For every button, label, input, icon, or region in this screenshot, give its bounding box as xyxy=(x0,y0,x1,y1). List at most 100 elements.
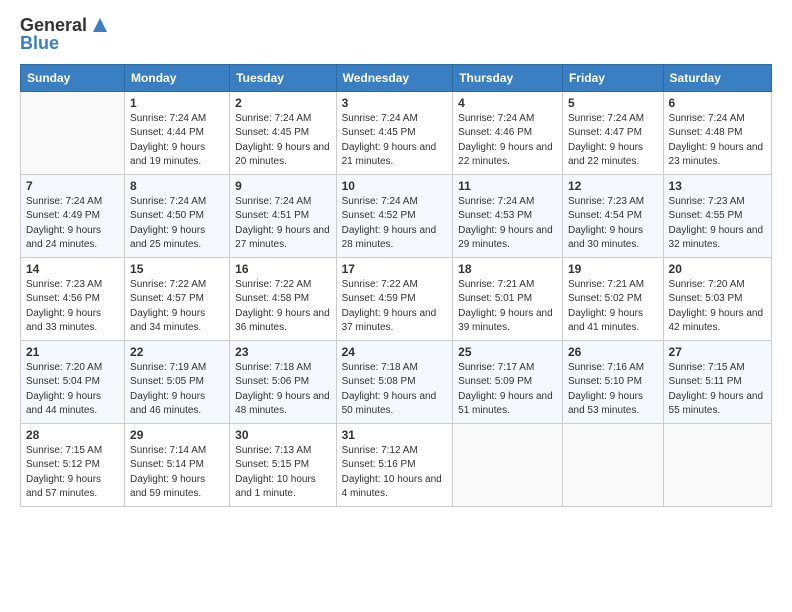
day-cell: 2 Sunrise: 7:24 AMSunset: 4:45 PMDaylight… xyxy=(230,91,336,174)
day-cell xyxy=(562,423,663,506)
weekday-header-sunday: Sunday xyxy=(21,64,125,91)
day-cell xyxy=(21,91,125,174)
day-info: Sunrise: 7:21 AMSunset: 5:02 PMDaylight:… xyxy=(568,278,658,336)
day-number: 27 xyxy=(669,345,766,359)
day-cell: 19 Sunrise: 7:21 AMSunset: 5:02 PMDayligh… xyxy=(562,257,663,340)
day-info: Sunrise: 7:19 AMSunset: 5:05 PMDaylight:… xyxy=(130,361,224,419)
day-cell: 9 Sunrise: 7:24 AMSunset: 4:51 PMDaylight… xyxy=(230,174,336,257)
day-info: Sunrise: 7:24 AMSunset: 4:51 PMDaylight:… xyxy=(235,195,330,253)
day-cell: 27 Sunrise: 7:15 AMSunset: 5:11 PMDayligh… xyxy=(663,340,771,423)
day-number: 18 xyxy=(458,262,557,276)
day-cell: 29 Sunrise: 7:14 AMSunset: 5:14 PMDayligh… xyxy=(125,423,230,506)
day-number: 4 xyxy=(458,96,557,110)
day-info: Sunrise: 7:24 AMSunset: 4:47 PMDaylight:… xyxy=(568,112,658,170)
day-cell: 28 Sunrise: 7:15 AMSunset: 5:12 PMDayligh… xyxy=(21,423,125,506)
day-info: Sunrise: 7:24 AMSunset: 4:48 PMDaylight:… xyxy=(669,112,766,170)
day-info: Sunrise: 7:24 AMSunset: 4:45 PMDaylight:… xyxy=(342,112,448,170)
day-number: 11 xyxy=(458,179,557,193)
day-cell xyxy=(663,423,771,506)
day-info: Sunrise: 7:15 AMSunset: 5:12 PMDaylight:… xyxy=(26,444,119,502)
day-number: 1 xyxy=(130,96,224,110)
day-cell: 16Sunrise: 7:22 AMSunset: 4:58 PMDayligh… xyxy=(230,257,336,340)
day-number: 9 xyxy=(235,179,330,193)
day-number: 21 xyxy=(26,345,119,359)
weekday-header-tuesday: Tuesday xyxy=(230,64,336,91)
day-cell: 12 Sunrise: 7:23 AMSunset: 4:54 PMDayligh… xyxy=(562,174,663,257)
day-info: Sunrise: 7:23 AMSunset: 4:54 PMDaylight:… xyxy=(568,195,658,253)
day-info: Sunrise: 7:21 AMSunset: 5:01 PMDaylight:… xyxy=(458,278,557,336)
day-info: Sunrise: 7:13 AMSunset: 5:15 PMDaylight:… xyxy=(235,444,330,502)
week-row-2: 7 Sunrise: 7:24 AMSunset: 4:49 PMDaylight… xyxy=(21,174,772,257)
day-cell: 23 Sunrise: 7:18 AMSunset: 5:06 PMDayligh… xyxy=(230,340,336,423)
logo: General Blue xyxy=(20,16,111,54)
day-number: 24 xyxy=(342,345,448,359)
day-info: Sunrise: 7:24 AMSunset: 4:44 PMDaylight:… xyxy=(130,112,224,170)
day-number: 2 xyxy=(235,96,330,110)
page: General Blue SundayMondayTuesdayWednesda… xyxy=(0,0,792,612)
logo-blue: Blue xyxy=(20,34,111,54)
day-info: Sunrise: 7:12 AMSunset: 5:16 PMDaylight:… xyxy=(342,444,448,502)
weekday-header-friday: Friday xyxy=(562,64,663,91)
day-number: 8 xyxy=(130,179,224,193)
day-cell: 22Sunrise: 7:19 AMSunset: 5:05 PMDayligh… xyxy=(125,340,230,423)
day-info: Sunrise: 7:24 AMSunset: 4:45 PMDaylight:… xyxy=(235,112,330,170)
week-row-1: 1 Sunrise: 7:24 AMSunset: 4:44 PMDaylight… xyxy=(21,91,772,174)
day-number: 26 xyxy=(568,345,658,359)
day-cell: 3 Sunrise: 7:24 AMSunset: 4:45 PMDaylight… xyxy=(336,91,453,174)
day-info: Sunrise: 7:15 AMSunset: 5:11 PMDaylight:… xyxy=(669,361,766,419)
week-row-4: 21 Sunrise: 7:20 AMSunset: 5:04 PMDayligh… xyxy=(21,340,772,423)
weekday-header-wednesday: Wednesday xyxy=(336,64,453,91)
day-cell: 24 Sunrise: 7:18 AMSunset: 5:08 PMDayligh… xyxy=(336,340,453,423)
day-cell: 30Sunrise: 7:13 AMSunset: 5:15 PMDayligh… xyxy=(230,423,336,506)
day-number: 12 xyxy=(568,179,658,193)
day-info: Sunrise: 7:16 AMSunset: 5:10 PMDaylight:… xyxy=(568,361,658,419)
day-info: Sunrise: 7:24 AMSunset: 4:50 PMDaylight:… xyxy=(130,195,224,253)
day-number: 29 xyxy=(130,428,224,442)
day-cell: 17 Sunrise: 7:22 AMSunset: 4:59 PMDayligh… xyxy=(336,257,453,340)
day-info: Sunrise: 7:22 AMSunset: 4:59 PMDaylight:… xyxy=(342,278,448,336)
day-info: Sunrise: 7:20 AMSunset: 5:04 PMDaylight:… xyxy=(26,361,119,419)
day-number: 19 xyxy=(568,262,658,276)
day-cell: 18 Sunrise: 7:21 AMSunset: 5:01 PMDayligh… xyxy=(453,257,563,340)
weekday-header-saturday: Saturday xyxy=(663,64,771,91)
weekday-header-monday: Monday xyxy=(125,64,230,91)
day-cell: 15Sunrise: 7:22 AMSunset: 4:57 PMDayligh… xyxy=(125,257,230,340)
day-number: 16 xyxy=(235,262,330,276)
day-number: 3 xyxy=(342,96,448,110)
day-info: Sunrise: 7:24 AMSunset: 4:46 PMDaylight:… xyxy=(458,112,557,170)
day-number: 13 xyxy=(669,179,766,193)
day-cell: 6 Sunrise: 7:24 AMSunset: 4:48 PMDaylight… xyxy=(663,91,771,174)
day-number: 17 xyxy=(342,262,448,276)
calendar-table: SundayMondayTuesdayWednesdayThursdayFrid… xyxy=(20,64,772,507)
day-info: Sunrise: 7:23 AMSunset: 4:56 PMDaylight:… xyxy=(26,278,119,336)
day-cell: 8 Sunrise: 7:24 AMSunset: 4:50 PMDaylight… xyxy=(125,174,230,257)
day-cell: 13 Sunrise: 7:23 AMSunset: 4:55 PMDayligh… xyxy=(663,174,771,257)
day-cell: 26 Sunrise: 7:16 AMSunset: 5:10 PMDayligh… xyxy=(562,340,663,423)
week-row-5: 28 Sunrise: 7:15 AMSunset: 5:12 PMDayligh… xyxy=(21,423,772,506)
day-info: Sunrise: 7:23 AMSunset: 4:55 PMDaylight:… xyxy=(669,195,766,253)
day-number: 5 xyxy=(568,96,658,110)
day-number: 25 xyxy=(458,345,557,359)
day-info: Sunrise: 7:14 AMSunset: 5:14 PMDaylight:… xyxy=(130,444,224,502)
day-cell xyxy=(453,423,563,506)
day-number: 31 xyxy=(342,428,448,442)
day-number: 23 xyxy=(235,345,330,359)
day-number: 28 xyxy=(26,428,119,442)
day-info: Sunrise: 7:18 AMSunset: 5:06 PMDaylight:… xyxy=(235,361,330,419)
day-number: 10 xyxy=(342,179,448,193)
day-number: 6 xyxy=(669,96,766,110)
weekday-header-row: SundayMondayTuesdayWednesdayThursdayFrid… xyxy=(21,64,772,91)
day-info: Sunrise: 7:18 AMSunset: 5:08 PMDaylight:… xyxy=(342,361,448,419)
day-number: 15 xyxy=(130,262,224,276)
day-number: 7 xyxy=(26,179,119,193)
logo-icon xyxy=(89,14,111,36)
week-row-3: 14 Sunrise: 7:23 AMSunset: 4:56 PMDayligh… xyxy=(21,257,772,340)
weekday-header-thursday: Thursday xyxy=(453,64,563,91)
day-cell: 25Sunrise: 7:17 AMSunset: 5:09 PMDayligh… xyxy=(453,340,563,423)
day-info: Sunrise: 7:24 AMSunset: 4:49 PMDaylight:… xyxy=(26,195,119,253)
day-cell: 20Sunrise: 7:20 AMSunset: 5:03 PMDayligh… xyxy=(663,257,771,340)
day-cell: 1 Sunrise: 7:24 AMSunset: 4:44 PMDaylight… xyxy=(125,91,230,174)
day-cell: 4 Sunrise: 7:24 AMSunset: 4:46 PMDaylight… xyxy=(453,91,563,174)
day-number: 14 xyxy=(26,262,119,276)
day-cell: 5 Sunrise: 7:24 AMSunset: 4:47 PMDaylight… xyxy=(562,91,663,174)
